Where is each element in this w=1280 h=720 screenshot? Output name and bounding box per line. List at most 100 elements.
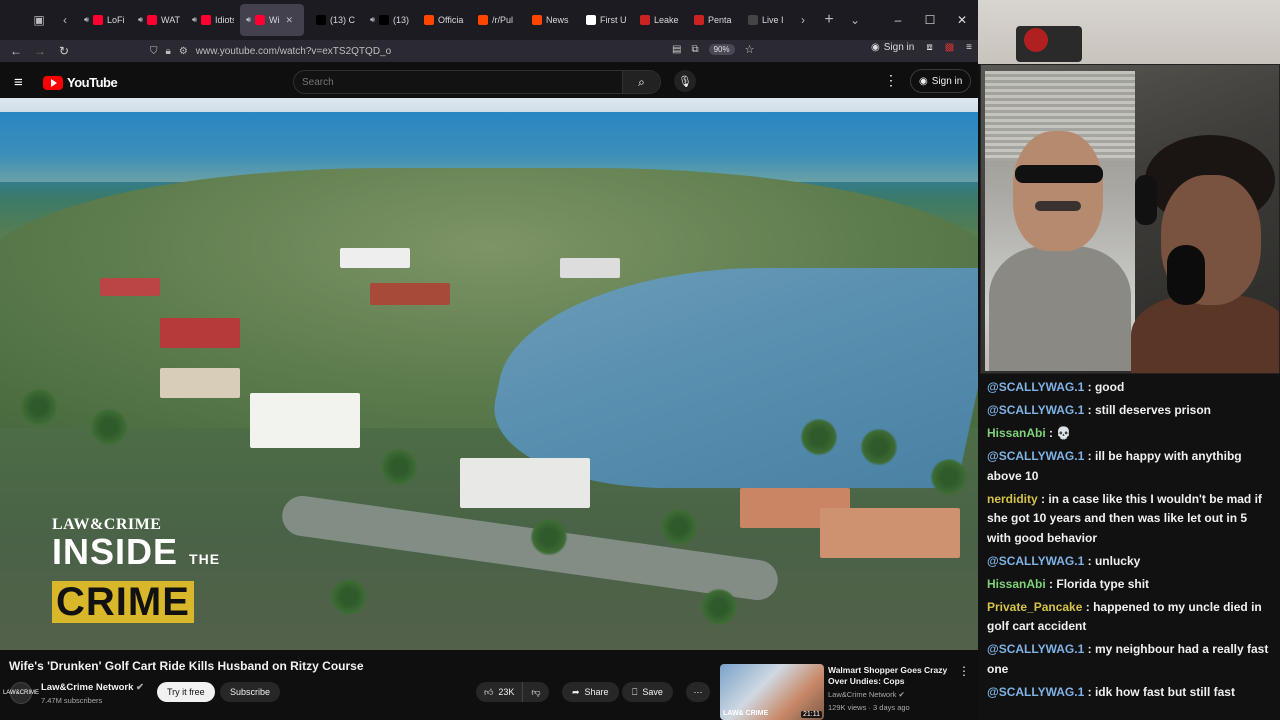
watermark-inside: INSIDE THE (52, 534, 220, 577)
browser-tab[interactable]: 🔊︎ (13) N (364, 4, 412, 36)
tab-label: WATC (161, 15, 180, 25)
webcam-feed (980, 64, 1280, 374)
forward-icon[interactable]: → (28, 44, 52, 58)
bookmark-star-icon[interactable]: ☆ (745, 43, 755, 56)
try-free-button[interactable]: Try it free (157, 682, 215, 702)
tab-list-icon[interactable]: ▣ (26, 7, 52, 33)
youtube-logo[interactable]: YouTube (43, 75, 118, 90)
extensions-icon[interactable]: ⧈ (926, 42, 932, 53)
ublock-icon[interactable]: ▩ (945, 42, 954, 53)
chat-separator: : (1084, 642, 1095, 656)
inset-mustache (1035, 201, 1081, 211)
browser-tab[interactable]: Officia (418, 4, 466, 36)
stream-overlay: @SCALLYWAG.1 : good @SCALLYWAG.1 : still … (978, 0, 1280, 720)
verified-icon: ✔ (898, 690, 905, 699)
chat-separator: : (1045, 576, 1057, 591)
close-tab-icon[interactable]: ✕ (286, 15, 294, 26)
browser-tab[interactable]: Leake (634, 4, 682, 36)
inset-sunglasses (1015, 165, 1103, 183)
recommended-thumbnail[interactable]: LAW& CRIME 21:11 (720, 664, 824, 720)
browser-tab[interactable]: /r/Pul (472, 4, 520, 36)
search-button[interactable]: ⌕ (622, 71, 660, 93)
video-palm (20, 388, 58, 426)
tab-favicon-icon (316, 15, 326, 25)
browser-tab[interactable]: (13) C (310, 4, 358, 36)
search-input[interactable] (294, 76, 622, 88)
chat-text: unlucky (1094, 553, 1141, 568)
app-menu-icon[interactable]: ≡ (966, 42, 972, 53)
zoom-level[interactable]: 90% (708, 44, 735, 55)
youtube-signin-button[interactable]: ◉ Sign in (910, 69, 972, 93)
chat-message: @SCALLYWAG.1 : unlucky (987, 552, 1271, 572)
channel-name[interactable]: Law&Crime Network ✔ (41, 682, 144, 693)
video-player[interactable]: LAW&CRIME INSIDE THE CRIME (0, 98, 978, 650)
tab-favicon-icon (255, 15, 266, 25)
nav-toolbar: ← → ↻ ⛉ 🔒︎ ⚙ www.youtube.com/watch?v=exT… (0, 40, 978, 62)
lock-icon[interactable]: 🔒︎ (166, 46, 171, 57)
subscribe-button[interactable]: Subscribe (220, 682, 281, 702)
browser-tab[interactable]: 🔊︎ Idiots (186, 4, 234, 36)
scroll-right-icon[interactable]: › (790, 7, 816, 33)
share-label: Share (584, 687, 609, 697)
channel-subscribers: 7.47M subscribers (41, 696, 103, 705)
list-all-tabs-icon[interactable]: ⌄ (842, 7, 868, 33)
chat-log: @SCALLYWAG.1 : good @SCALLYWAG.1 : still … (978, 378, 1280, 720)
tab-label: First U (600, 15, 627, 25)
save-label: Save (642, 687, 663, 697)
browser-tab[interactable]: 🔊︎ Wi ✕ (240, 4, 304, 36)
speaker-icon[interactable]: 🔊︎ (370, 15, 375, 25)
shield-icon[interactable]: ⛉ (150, 46, 158, 57)
streamer-shirt (1131, 295, 1279, 373)
url-actions: ▤ ⧉ 90% ☆ (672, 43, 754, 56)
speaker-icon[interactable]: 🔊︎ (84, 15, 89, 25)
tab-favicon-icon (478, 15, 488, 25)
reload-icon[interactable]: ↻ (52, 44, 76, 58)
verified-icon: ✔ (136, 682, 144, 693)
browser-window: ▣ ‹ 🔊︎ LoFi D 🔊︎ WATC 🔊︎ Idiots 🔊︎ Wi ✕ (13) C 🔊︎ (… (0, 0, 978, 720)
video-house (370, 283, 450, 305)
speaker-icon[interactable]: 🔊︎ (246, 15, 251, 25)
chat-username: @SCALLYWAG.1 (987, 403, 1085, 417)
browser-tab[interactable]: First U (580, 4, 628, 36)
video-palm (330, 578, 368, 616)
reader-view-icon[interactable]: ▤ (672, 44, 681, 55)
close-window-icon[interactable]: ✕ (946, 13, 978, 27)
recommended-channel-text: Law&Crime Network (828, 690, 897, 699)
screenshot-icon[interactable]: ⧉ (691, 44, 698, 55)
scroll-left-icon[interactable]: ‹ (52, 7, 78, 33)
settings-kebab-icon[interactable]: ⋮ (884, 72, 898, 89)
inset-hoodie (989, 246, 1131, 371)
url-text[interactable]: www.youtube.com/watch?v=exTS2QTQD_o (196, 46, 391, 57)
browser-tab[interactable]: Live I (742, 4, 790, 36)
browser-tab[interactable]: 🔊︎ LoFi D (78, 4, 126, 36)
minimize-icon[interactable]: – (882, 13, 914, 27)
browser-tab[interactable]: News (526, 4, 574, 36)
more-actions-button[interactable]: ⋯ (686, 682, 710, 702)
bookmark-icon: ⎕ (632, 686, 638, 697)
browser-tab[interactable]: 🔊︎ WATC (132, 4, 180, 36)
chat-username: nerdidity (987, 491, 1038, 506)
account-button[interactable]: ◉ Sign in (871, 42, 914, 53)
voice-search-button[interactable]: 🎙︎ (674, 70, 696, 92)
share-button[interactable]: ➦ Share (562, 682, 619, 702)
browser-tab[interactable]: Penta (688, 4, 736, 36)
recommended-channel[interactable]: Law&Crime Network ✔ (828, 690, 905, 699)
permissions-icon[interactable]: ⚙ (179, 46, 188, 57)
recommended-title[interactable]: Walmart Shopper Goes Crazy Over Undies: … (828, 665, 948, 687)
youtube-header: ≡ YouTube ⌕ 🎙︎ ⋮ ◉ Sign in (0, 62, 978, 102)
chat-separator: : (1084, 553, 1095, 568)
law-crime-watermark: LAW&CRIME INSIDE THE CRIME (52, 516, 220, 623)
maximize-icon[interactable]: ☐ (914, 13, 946, 27)
chat-username: Private_Pancake (987, 599, 1083, 614)
video-meta: Wife's 'Drunken' Golf Cart Ride Kills Hu… (0, 650, 978, 720)
recommended-kebab-icon[interactable]: ⋮ (958, 664, 970, 678)
speaker-icon[interactable]: 🔊︎ (138, 15, 143, 25)
speaker-icon[interactable]: 🔊︎ (192, 15, 197, 25)
new-tab-icon[interactable]: + (816, 7, 842, 33)
dislike-button[interactable]: 👎︎ (522, 682, 549, 702)
channel-avatar[interactable]: LAW&CRIME (3, 682, 39, 704)
back-icon[interactable]: ← (4, 44, 28, 58)
like-button[interactable]: 👍︎ 23K (476, 682, 523, 702)
hamburger-menu-icon[interactable]: ≡ (14, 74, 23, 91)
save-button[interactable]: ⎕ Save (622, 682, 673, 702)
